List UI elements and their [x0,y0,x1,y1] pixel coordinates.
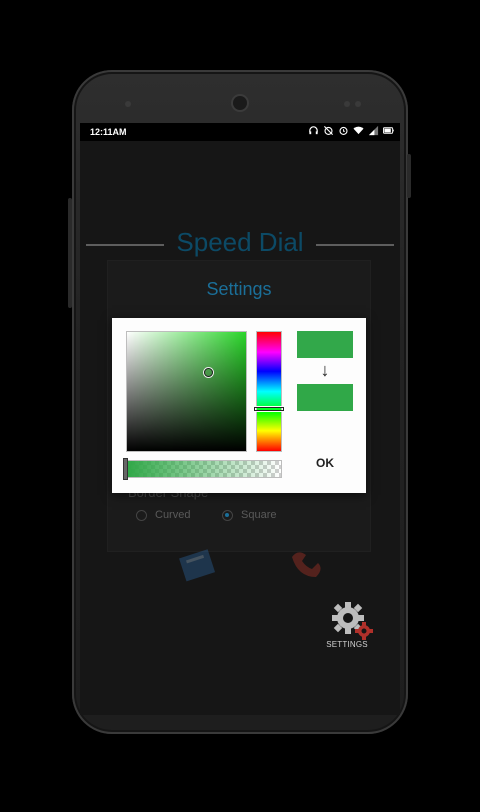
color-picker-dialog: ↓ OK [112,318,366,493]
status-time: 12:11AM [90,127,127,137]
light-sensor [344,101,350,107]
sv-black-gradient [127,332,246,451]
old-color-swatch[interactable] [297,331,353,358]
radio-circle-curved[interactable] [136,509,147,521]
settings-label[interactable]: SETTINGS [320,640,374,649]
alpha-cursor-handle[interactable] [123,458,128,480]
front-camera [233,96,247,110]
sv-cursor-handle[interactable] [204,368,213,377]
radio-square[interactable]: Square [222,509,276,521]
app-title: Speed Dial [176,227,304,257]
settings-gear-icon[interactable] [328,599,374,643]
radio-circle-square[interactable] [222,509,233,521]
power-button [407,154,411,198]
ok-button[interactable]: OK [300,448,350,478]
volume-button [68,198,72,308]
headset-icon [309,126,318,135]
battery-icon [383,127,394,134]
screen: 12:11AM Speed Dial Settings Border Shape… [80,123,400,715]
status-icons [308,125,394,136]
saturation-value-picker[interactable] [126,331,247,452]
radio-label-curved: Curved [155,509,191,521]
alpha-gradient [127,461,281,477]
contacts-book-icon[interactable] [176,549,220,583]
wifi-icon [353,126,364,135]
new-color-swatch[interactable] [297,384,353,411]
phone-handset-icon[interactable] [284,547,328,581]
hue-cursor-handle[interactable] [254,407,284,411]
arrow-down-icon: ↓ [320,360,330,380]
app-header: Speed Dial [86,225,394,261]
radio-label-square: Square [241,509,277,521]
status-bar: 12:11AM [80,123,400,141]
light-sensor-2 [355,101,361,107]
hue-slider[interactable] [254,331,284,452]
alarm-off-icon [323,125,334,136]
settings-title: Settings [206,279,272,299]
alpha-slider[interactable] [126,460,282,478]
signal-icon [368,125,379,136]
radio-curved[interactable]: Curved [136,509,190,521]
alarm-icon [339,126,348,135]
proximity-sensor [125,101,131,107]
